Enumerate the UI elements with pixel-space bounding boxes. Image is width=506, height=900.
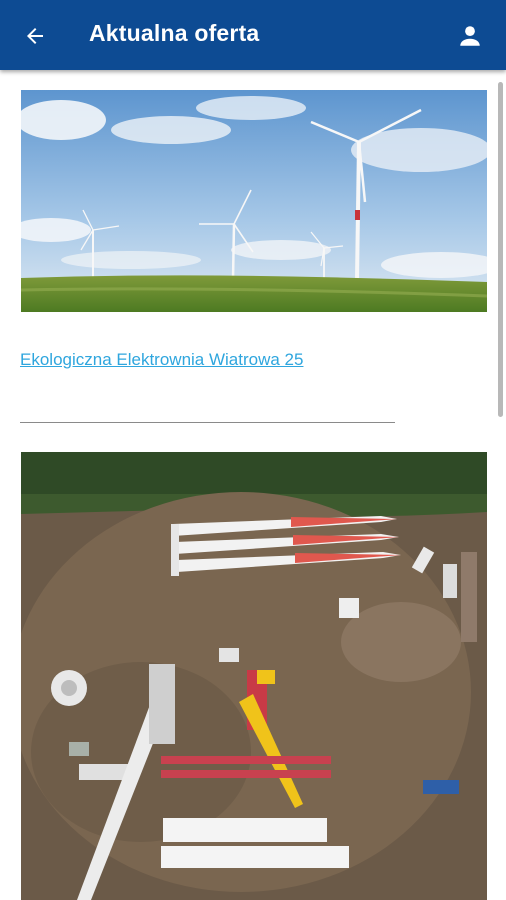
person-icon	[460, 26, 480, 46]
scrollbar[interactable]	[498, 82, 503, 417]
offer-content: Ekologiczna Elektrownia Wiatrowa 25	[0, 70, 506, 900]
arrow-left-icon	[27, 28, 43, 44]
app-bar: Aktualna oferta	[0, 0, 506, 70]
back-button[interactable]	[20, 21, 50, 51]
page-title: Aktualna oferta	[89, 20, 260, 46]
divider	[20, 422, 395, 423]
construction-site-image	[21, 452, 487, 900]
wind-farm-image	[21, 90, 487, 312]
profile-button[interactable]	[455, 22, 485, 50]
offer-link[interactable]: Ekologiczna Elektrownia Wiatrowa 25	[20, 350, 303, 370]
